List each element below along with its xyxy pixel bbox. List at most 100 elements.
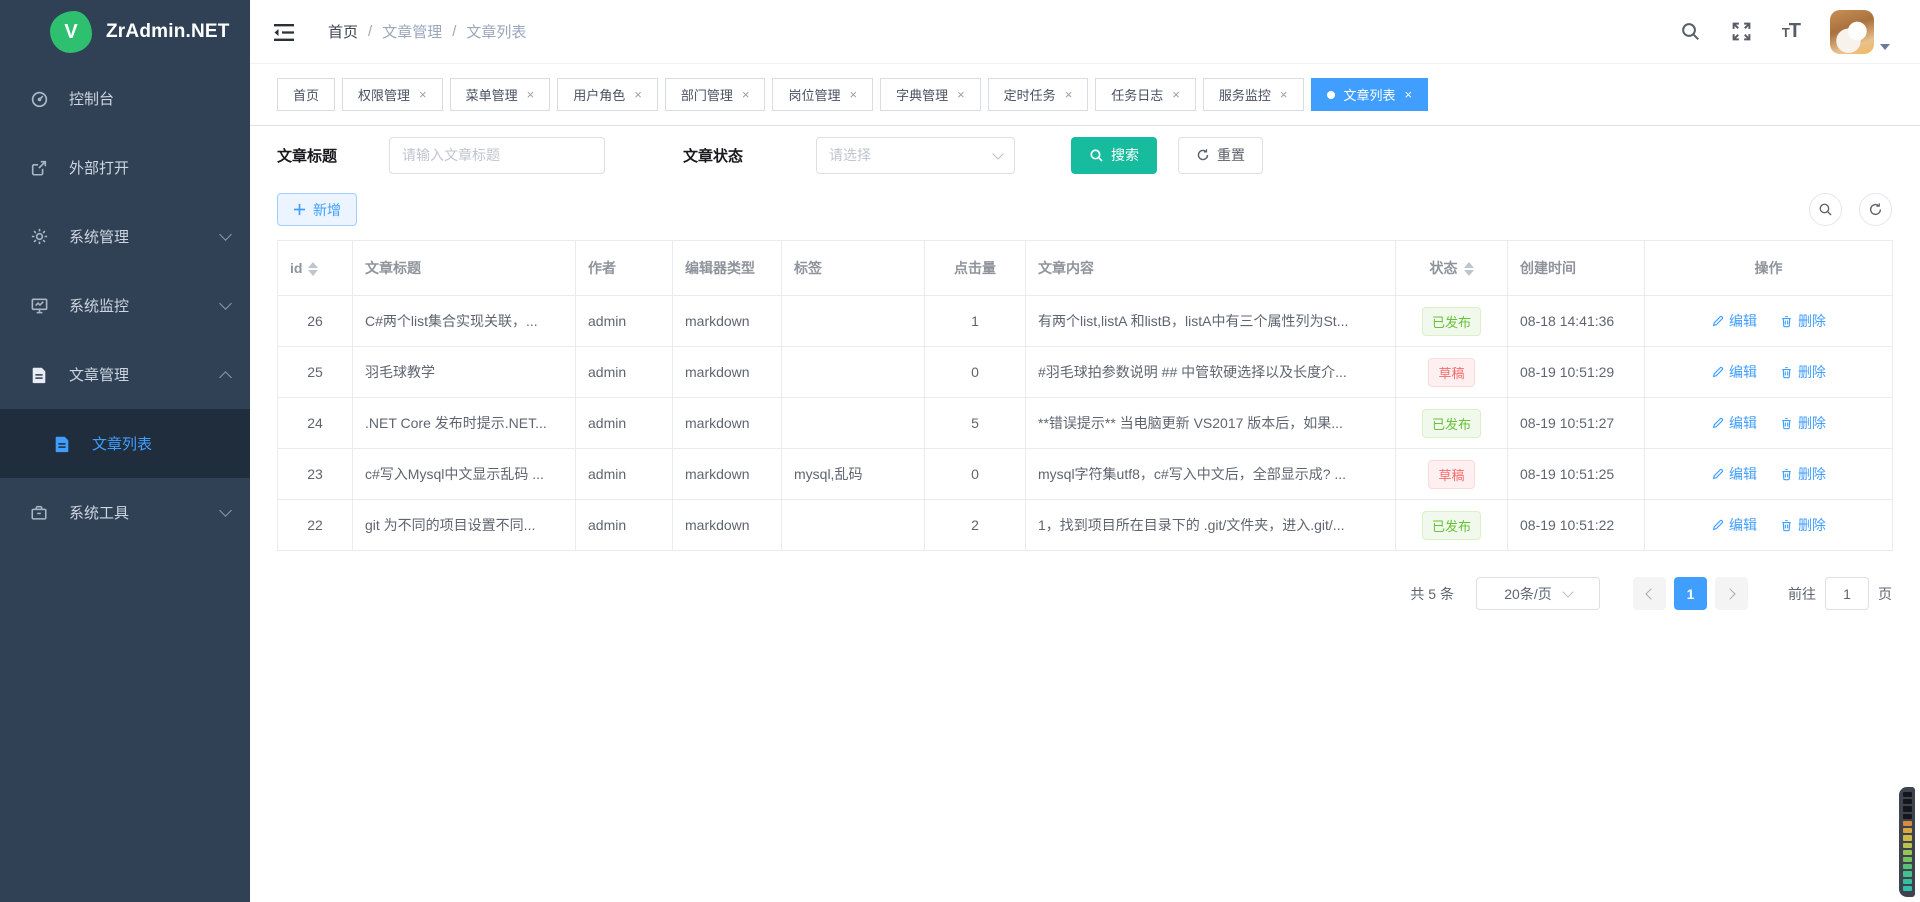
- delete-link[interactable]: 删除: [1780, 413, 1826, 433]
- chevron-right-icon: [1724, 588, 1735, 599]
- sort-icon[interactable]: [1464, 262, 1474, 276]
- toggle-search-button[interactable]: [1809, 193, 1842, 226]
- cell-id: 24: [278, 398, 353, 449]
- cell-clicks: 1: [925, 296, 1026, 347]
- reset-button[interactable]: 重置: [1178, 137, 1263, 174]
- sidebar-item-system-tools[interactable]: 系统工具: [0, 478, 250, 547]
- close-icon[interactable]: ×: [742, 88, 750, 101]
- sidebar: V ZrAdmin.NET 控制台 外部打开 系统管理: [0, 0, 250, 902]
- prev-page-button[interactable]: [1633, 577, 1666, 610]
- sidebar-item-article-management[interactable]: 文章管理: [0, 340, 250, 409]
- add-button[interactable]: 新增: [277, 193, 357, 226]
- tab-permission-management[interactable]: 权限管理×: [342, 78, 443, 111]
- sidebar-item-system-management[interactable]: 系统管理: [0, 202, 250, 271]
- col-header-title: 文章标题: [353, 241, 576, 296]
- close-icon[interactable]: ×: [957, 88, 965, 101]
- user-menu[interactable]: [1830, 10, 1890, 54]
- trash-icon: [1780, 366, 1793, 379]
- goto-page: 前往 页: [1788, 577, 1892, 610]
- close-icon[interactable]: ×: [1405, 88, 1413, 101]
- palette-widget[interactable]: [1899, 787, 1915, 897]
- sidebar-collapse-icon[interactable]: [273, 23, 295, 41]
- tab-task-log[interactable]: 任务日志×: [1095, 78, 1196, 111]
- goto-page-input[interactable]: [1825, 577, 1869, 610]
- edit-link[interactable]: 编辑: [1711, 311, 1757, 331]
- tab-menu-management[interactable]: 菜单管理×: [450, 78, 551, 111]
- fullscreen-icon[interactable]: [1731, 21, 1752, 42]
- sidebar-subitem-article-list[interactable]: 文章列表: [0, 409, 250, 478]
- trash-icon: [1780, 417, 1793, 430]
- document-icon: [52, 434, 72, 454]
- close-icon[interactable]: ×: [634, 88, 642, 101]
- trash-icon: [1780, 315, 1793, 328]
- cell-clicks: 0: [925, 347, 1026, 398]
- refresh-table-button[interactable]: [1859, 193, 1892, 226]
- logo-letter: V: [64, 21, 77, 44]
- cell-id: 26: [278, 296, 353, 347]
- col-header-id[interactable]: id: [278, 241, 353, 296]
- cell-actions: 编辑 删除: [1645, 347, 1893, 398]
- page-size-select[interactable]: 20条/页: [1476, 577, 1600, 610]
- cell-created: 08-19 10:51:29: [1508, 347, 1645, 398]
- edit-link[interactable]: 编辑: [1711, 515, 1757, 535]
- close-icon[interactable]: ×: [1065, 88, 1073, 101]
- tab-department-management[interactable]: 部门管理×: [665, 78, 766, 111]
- trash-icon: [1780, 468, 1793, 481]
- font-size-icon[interactable]: TT: [1782, 20, 1800, 43]
- next-page-button[interactable]: [1715, 577, 1748, 610]
- app-logo[interactable]: V ZrAdmin.NET: [0, 0, 250, 64]
- sidebar-subitem-label: 文章列表: [92, 433, 152, 454]
- tab-service-monitor[interactable]: 服务监控×: [1203, 78, 1304, 111]
- table-header-row: id 文章标题 作者 编辑器类型 标签 点击量 文章内容 状态 创建时间 操作: [278, 241, 1893, 296]
- delete-link[interactable]: 删除: [1780, 311, 1826, 331]
- tab-dict-management[interactable]: 字典管理×: [880, 78, 981, 111]
- col-header-author: 作者: [576, 241, 673, 296]
- cell-content: mysql字符集utf8，c#写入中文后，全部显示成? ...: [1026, 449, 1396, 500]
- close-icon[interactable]: ×: [1280, 88, 1288, 101]
- sidebar-item-dashboard[interactable]: 控制台: [0, 64, 250, 133]
- search-icon: [1818, 202, 1833, 217]
- tab-scheduled-tasks[interactable]: 定时任务×: [988, 78, 1089, 111]
- article-title-input[interactable]: [389, 137, 605, 174]
- col-header-tag: 标签: [782, 241, 925, 296]
- edit-link[interactable]: 编辑: [1711, 362, 1757, 382]
- tab-post-management[interactable]: 岗位管理×: [772, 78, 873, 111]
- delete-link[interactable]: 删除: [1780, 362, 1826, 382]
- edit-link[interactable]: 编辑: [1711, 464, 1757, 484]
- col-header-editor-type: 编辑器类型: [673, 241, 782, 296]
- tab-home[interactable]: 首页: [277, 78, 335, 111]
- col-header-status[interactable]: 状态: [1396, 241, 1508, 296]
- delete-link[interactable]: 删除: [1780, 464, 1826, 484]
- cell-status: 已发布: [1396, 398, 1508, 449]
- sidebar-item-system-monitor[interactable]: 系统监控: [0, 271, 250, 340]
- breadcrumb-home[interactable]: 首页: [328, 21, 358, 42]
- avatar[interactable]: [1830, 10, 1874, 54]
- pencil-icon: [1711, 315, 1724, 328]
- edit-link[interactable]: 编辑: [1711, 413, 1757, 433]
- table-row: 26 C#两个list集合实现关联，... admin markdown 1 有…: [278, 296, 1893, 347]
- close-icon[interactable]: ×: [1172, 88, 1180, 101]
- close-icon[interactable]: ×: [527, 88, 535, 101]
- pencil-icon: [1711, 366, 1724, 379]
- search-icon[interactable]: [1680, 21, 1701, 42]
- tab-article-list-active[interactable]: 文章列表×: [1311, 78, 1429, 111]
- cell-status: 已发布: [1396, 500, 1508, 551]
- cell-actions: 编辑 删除: [1645, 449, 1893, 500]
- close-icon[interactable]: ×: [419, 88, 427, 101]
- header-actions: TT: [1680, 10, 1890, 54]
- tab-user-role[interactable]: 用户角色×: [557, 78, 658, 111]
- close-icon[interactable]: ×: [849, 88, 857, 101]
- delete-link[interactable]: 删除: [1780, 515, 1826, 535]
- tag-view-bar: 首页 权限管理× 菜单管理× 用户角色× 部门管理× 岗位管理× 字典管理× 定…: [250, 64, 1920, 126]
- status-badge: 已发布: [1422, 409, 1481, 438]
- sidebar-item-label: 系统管理: [69, 226, 221, 247]
- current-page[interactable]: 1: [1674, 577, 1707, 610]
- search-button[interactable]: 搜索: [1071, 137, 1157, 174]
- cell-tag: [782, 500, 925, 551]
- plus-icon: [293, 203, 306, 216]
- search-form: 文章标题 文章状态 请选择 搜索 重置: [277, 136, 1892, 174]
- refresh-icon: [1196, 148, 1210, 162]
- article-status-select[interactable]: 请选择: [816, 137, 1015, 174]
- sort-icon[interactable]: [308, 262, 318, 276]
- sidebar-item-external-open[interactable]: 外部打开: [0, 133, 250, 202]
